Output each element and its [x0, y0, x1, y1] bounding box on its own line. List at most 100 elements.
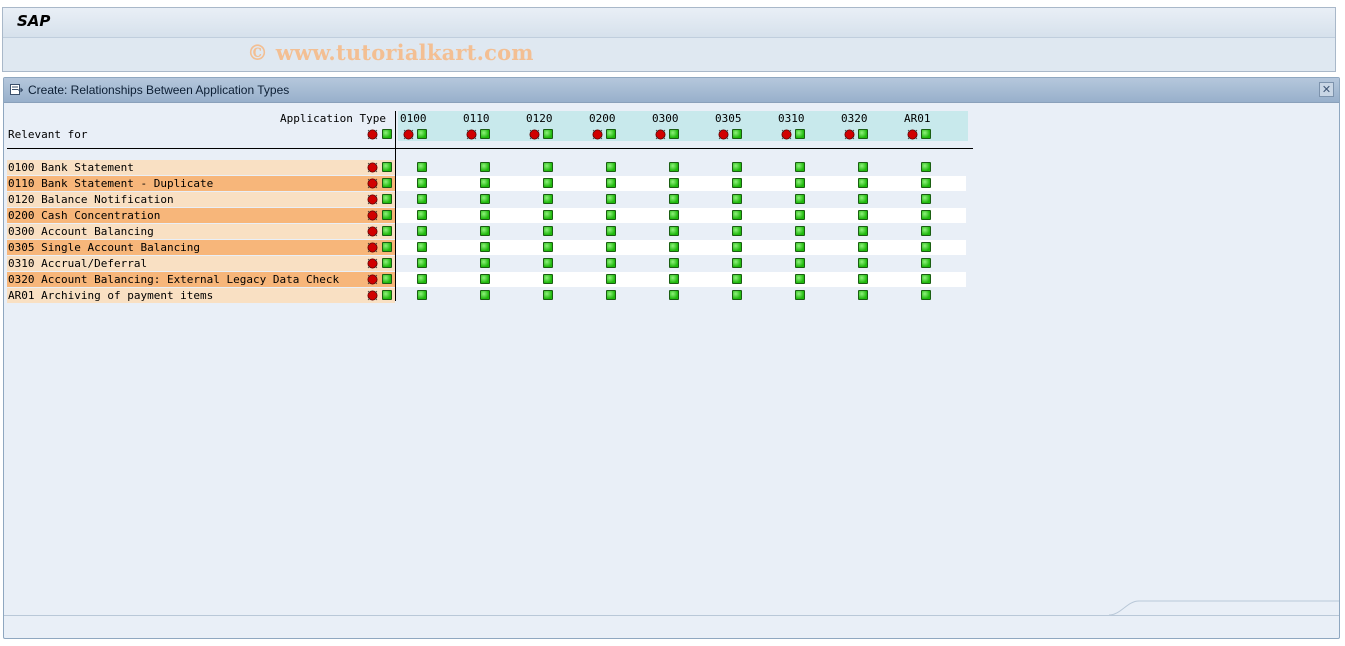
checkbox-selected-icon[interactable] — [480, 194, 490, 204]
checkbox-selected-icon[interactable] — [480, 162, 490, 172]
checkbox-selected-icon[interactable] — [417, 194, 427, 204]
checkbox-selected-icon[interactable] — [669, 258, 679, 268]
checkbox-selected-icon[interactable] — [732, 178, 742, 188]
select-column-icon[interactable] — [417, 129, 427, 139]
deselect-row-icon[interactable] — [367, 290, 378, 301]
select-all-icon[interactable] — [382, 129, 392, 139]
checkbox-selected-icon[interactable] — [732, 210, 742, 220]
checkbox-selected-icon[interactable] — [921, 226, 931, 236]
checkbox-selected-icon[interactable] — [795, 162, 805, 172]
checkbox-selected-icon[interactable] — [669, 290, 679, 300]
checkbox-selected-icon[interactable] — [795, 194, 805, 204]
deselect-all-icon[interactable] — [367, 129, 378, 140]
deselect-row-icon[interactable] — [367, 210, 378, 221]
select-row-icon[interactable] — [382, 274, 392, 284]
deselect-row-icon[interactable] — [367, 162, 378, 173]
checkbox-selected-icon[interactable] — [669, 274, 679, 284]
checkbox-selected-icon[interactable] — [417, 290, 427, 300]
deselect-row-icon[interactable] — [367, 178, 378, 189]
deselect-column-icon[interactable] — [592, 129, 603, 140]
checkbox-selected-icon[interactable] — [543, 242, 553, 252]
select-row-icon[interactable] — [382, 210, 392, 220]
checkbox-selected-icon[interactable] — [543, 178, 553, 188]
checkbox-selected-icon[interactable] — [858, 162, 868, 172]
checkbox-selected-icon[interactable] — [669, 226, 679, 236]
checkbox-selected-icon[interactable] — [858, 178, 868, 188]
checkbox-selected-icon[interactable] — [921, 258, 931, 268]
deselect-row-icon[interactable] — [367, 274, 378, 285]
checkbox-selected-icon[interactable] — [543, 162, 553, 172]
select-column-icon[interactable] — [858, 129, 868, 139]
checkbox-selected-icon[interactable] — [921, 194, 931, 204]
checkbox-selected-icon[interactable] — [480, 242, 490, 252]
select-column-icon[interactable] — [795, 129, 805, 139]
checkbox-selected-icon[interactable] — [480, 290, 490, 300]
checkbox-selected-icon[interactable] — [543, 210, 553, 220]
checkbox-selected-icon[interactable] — [606, 226, 616, 236]
select-row-icon[interactable] — [382, 194, 392, 204]
deselect-column-icon[interactable] — [655, 129, 666, 140]
checkbox-selected-icon[interactable] — [606, 274, 616, 284]
checkbox-selected-icon[interactable] — [795, 178, 805, 188]
select-column-icon[interactable] — [543, 129, 553, 139]
checkbox-selected-icon[interactable] — [732, 274, 742, 284]
select-column-icon[interactable] — [921, 129, 931, 139]
checkbox-selected-icon[interactable] — [480, 210, 490, 220]
checkbox-selected-icon[interactable] — [795, 226, 805, 236]
checkbox-selected-icon[interactable] — [606, 290, 616, 300]
checkbox-selected-icon[interactable] — [921, 290, 931, 300]
checkbox-selected-icon[interactable] — [858, 210, 868, 220]
window-menu-icon[interactable] — [10, 84, 23, 95]
checkbox-selected-icon[interactable] — [921, 178, 931, 188]
deselect-row-icon[interactable] — [367, 258, 378, 269]
close-button[interactable]: ✕ — [1319, 82, 1334, 97]
checkbox-selected-icon[interactable] — [543, 258, 553, 268]
checkbox-selected-icon[interactable] — [480, 178, 490, 188]
checkbox-selected-icon[interactable] — [606, 178, 616, 188]
checkbox-selected-icon[interactable] — [417, 274, 427, 284]
select-row-icon[interactable] — [382, 242, 392, 252]
select-row-icon[interactable] — [382, 178, 392, 188]
checkbox-selected-icon[interactable] — [858, 226, 868, 236]
checkbox-selected-icon[interactable] — [417, 242, 427, 252]
checkbox-selected-icon[interactable] — [795, 274, 805, 284]
checkbox-selected-icon[interactable] — [669, 242, 679, 252]
checkbox-selected-icon[interactable] — [732, 242, 742, 252]
deselect-row-icon[interactable] — [367, 226, 378, 237]
checkbox-selected-icon[interactable] — [669, 178, 679, 188]
deselect-column-icon[interactable] — [466, 129, 477, 140]
checkbox-selected-icon[interactable] — [543, 290, 553, 300]
checkbox-selected-icon[interactable] — [543, 194, 553, 204]
checkbox-selected-icon[interactable] — [732, 226, 742, 236]
deselect-column-icon[interactable] — [907, 129, 918, 140]
checkbox-selected-icon[interactable] — [417, 258, 427, 268]
checkbox-selected-icon[interactable] — [921, 162, 931, 172]
checkbox-selected-icon[interactable] — [795, 258, 805, 268]
checkbox-selected-icon[interactable] — [669, 194, 679, 204]
checkbox-selected-icon[interactable] — [669, 162, 679, 172]
checkbox-selected-icon[interactable] — [858, 290, 868, 300]
checkbox-selected-icon[interactable] — [858, 258, 868, 268]
checkbox-selected-icon[interactable] — [795, 290, 805, 300]
select-column-icon[interactable] — [480, 129, 490, 139]
checkbox-selected-icon[interactable] — [606, 242, 616, 252]
checkbox-selected-icon[interactable] — [606, 162, 616, 172]
checkbox-selected-icon[interactable] — [417, 178, 427, 188]
checkbox-selected-icon[interactable] — [543, 274, 553, 284]
select-row-icon[interactable] — [382, 226, 392, 236]
select-column-icon[interactable] — [669, 129, 679, 139]
select-row-icon[interactable] — [382, 162, 392, 172]
checkbox-selected-icon[interactable] — [795, 210, 805, 220]
checkbox-selected-icon[interactable] — [417, 210, 427, 220]
checkbox-selected-icon[interactable] — [921, 274, 931, 284]
checkbox-selected-icon[interactable] — [606, 258, 616, 268]
deselect-column-icon[interactable] — [781, 129, 792, 140]
select-row-icon[interactable] — [382, 290, 392, 300]
checkbox-selected-icon[interactable] — [417, 162, 427, 172]
checkbox-selected-icon[interactable] — [858, 274, 868, 284]
deselect-row-icon[interactable] — [367, 194, 378, 205]
checkbox-selected-icon[interactable] — [480, 226, 490, 236]
checkbox-selected-icon[interactable] — [858, 194, 868, 204]
checkbox-selected-icon[interactable] — [669, 210, 679, 220]
checkbox-selected-icon[interactable] — [921, 242, 931, 252]
